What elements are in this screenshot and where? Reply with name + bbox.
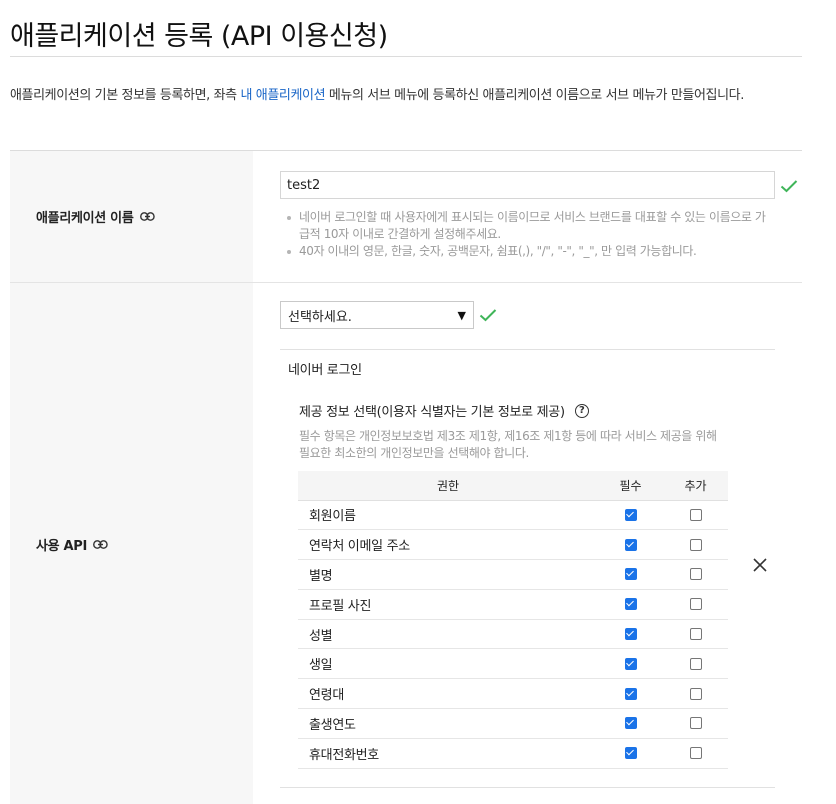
required-checkbox[interactable] — [624, 657, 637, 670]
table-row: 출생연도 — [298, 708, 728, 739]
page-description: 애플리케이션의 기본 정보를 등록하면, 좌측 내 애플리케이션 메뉴의 서브 … — [10, 83, 800, 109]
table-row: 연락처 이메일 주소 — [298, 529, 728, 561]
required-cell — [598, 678, 663, 710]
required-checkbox[interactable] — [624, 598, 637, 611]
description-text: 애플리케이션의 기본 정보를 등록하면, 좌측 — [10, 88, 241, 103]
api-divider — [280, 349, 775, 350]
app-name-label-text: 애플리케이션 이름 — [36, 211, 134, 226]
description-text-end: 메뉴의 서브 메뉴에 등록하신 애플리케이션 이름으로 서브 메뉴가 만들어집니… — [325, 88, 744, 103]
table-row: 연령대 — [298, 678, 728, 710]
permission-name: 출생연도 — [298, 708, 598, 739]
required-checkbox[interactable] — [624, 628, 637, 641]
api-label-text: 사용 API — [36, 538, 88, 554]
selected-api-name: 네이버 로그인 — [288, 363, 362, 378]
info-title-text: 제공 정보 선택(이용자 식별자는 기본 정보로 제공) — [299, 405, 565, 420]
api-select-value: 선택하세요. — [288, 309, 352, 325]
extra-checkbox[interactable] — [689, 628, 702, 641]
required-cell — [598, 708, 663, 739]
required-checkbox[interactable] — [624, 508, 637, 521]
extra-cell — [663, 678, 728, 710]
api-divider — [280, 787, 775, 788]
extra-cell — [663, 559, 728, 590]
close-icon[interactable] — [751, 556, 769, 574]
help-icon[interactable]: ? — [574, 403, 589, 418]
permissions-table-body: 회원이름 연락처 이메일 주소 별명 프로필 사진 성별 생일 연령대 출생연도 휴대전화번호 — [298, 500, 728, 769]
api-label: 사용 API — [10, 283, 253, 804]
table-row: 프로필 사진 — [298, 589, 728, 620]
caret-down-icon: ▼ — [457, 308, 466, 322]
required-cell — [598, 648, 663, 680]
permission-name: 연령대 — [298, 678, 598, 710]
permission-name: 성별 — [298, 619, 598, 650]
table-header-row: 권한 필수 추가 — [298, 471, 728, 501]
my-applications-link[interactable]: 내 애플리케이션 — [240, 88, 325, 103]
title-divider — [10, 56, 802, 57]
api-select[interactable]: 선택하세요. ▼ — [280, 301, 474, 329]
table-row: 별명 — [298, 559, 728, 590]
extra-cell — [663, 589, 728, 620]
registration-form: 애플리케이션 이름 네이버 로그인할 때 사용자에게 표시되는 이름이므로 서비… — [10, 150, 802, 804]
required-checkbox[interactable] — [624, 538, 637, 551]
extra-checkbox[interactable] — [689, 598, 702, 611]
app-name-label: 애플리케이션 이름 — [10, 151, 253, 282]
extra-cell — [663, 529, 728, 561]
table-row: 휴대전화번호 — [298, 738, 728, 769]
extra-checkbox[interactable] — [689, 687, 702, 700]
link-icon[interactable] — [93, 539, 108, 549]
extra-cell — [663, 738, 728, 769]
extra-cell — [663, 619, 728, 650]
api-content: 선택하세요. ▼ 네이버 로그인 제공 정보 선택(이용자 식별자는 기본 정보… — [253, 151, 802, 804]
page-title: 애플리케이션 등록 (API 이용신청) — [10, 21, 388, 52]
required-cell — [598, 738, 663, 769]
permission-name: 휴대전화번호 — [298, 738, 598, 769]
column-header: 권한 — [298, 471, 598, 501]
required-checkbox[interactable] — [624, 687, 637, 700]
permission-name: 프로필 사진 — [298, 589, 598, 620]
valid-check-icon — [479, 309, 497, 322]
required-cell — [598, 619, 663, 650]
column-header: 추가 — [663, 471, 728, 501]
link-icon[interactable] — [139, 212, 155, 221]
table-row: 회원이름 — [298, 500, 728, 531]
table-row: 생일 — [298, 648, 728, 680]
required-cell — [598, 529, 663, 561]
permissions-table: 권한 필수 추가 회원이름 연락처 이메일 주소 별명 프로필 사진 성별 생일 연령대 출생… — [298, 471, 728, 769]
extra-checkbox[interactable] — [689, 568, 702, 581]
permission-name: 생일 — [298, 648, 598, 680]
required-checkbox[interactable] — [624, 717, 637, 730]
required-cell — [598, 500, 663, 531]
extra-checkbox[interactable] — [689, 747, 702, 760]
extra-cell — [663, 500, 728, 531]
required-cell — [598, 589, 663, 620]
info-selection-title: 제공 정보 선택(이용자 식별자는 기본 정보로 제공) ? — [299, 401, 589, 420]
table-row: 성별 — [298, 619, 728, 650]
column-header: 필수 — [598, 471, 663, 501]
required-checkbox[interactable] — [624, 568, 637, 581]
info-note: 필수 항목은 개인정보보호법 제3조 제1항, 제16조 제1항 등에 따라 서… — [299, 429, 717, 460]
extra-checkbox[interactable] — [689, 657, 702, 670]
required-cell — [598, 559, 663, 590]
permission-name: 연락처 이메일 주소 — [298, 529, 598, 561]
extra-checkbox[interactable] — [689, 717, 702, 730]
required-checkbox[interactable] — [624, 747, 637, 760]
extra-cell — [663, 708, 728, 739]
permission-name: 별명 — [298, 559, 598, 590]
extra-checkbox[interactable] — [689, 538, 702, 551]
extra-checkbox[interactable] — [689, 508, 702, 521]
extra-cell — [663, 648, 728, 680]
api-row: 사용 API 선택하세요. ▼ 네이버 로그인 제공 정보 선택(이용자 식별자… — [10, 283, 802, 804]
permission-name: 회원이름 — [298, 500, 598, 531]
